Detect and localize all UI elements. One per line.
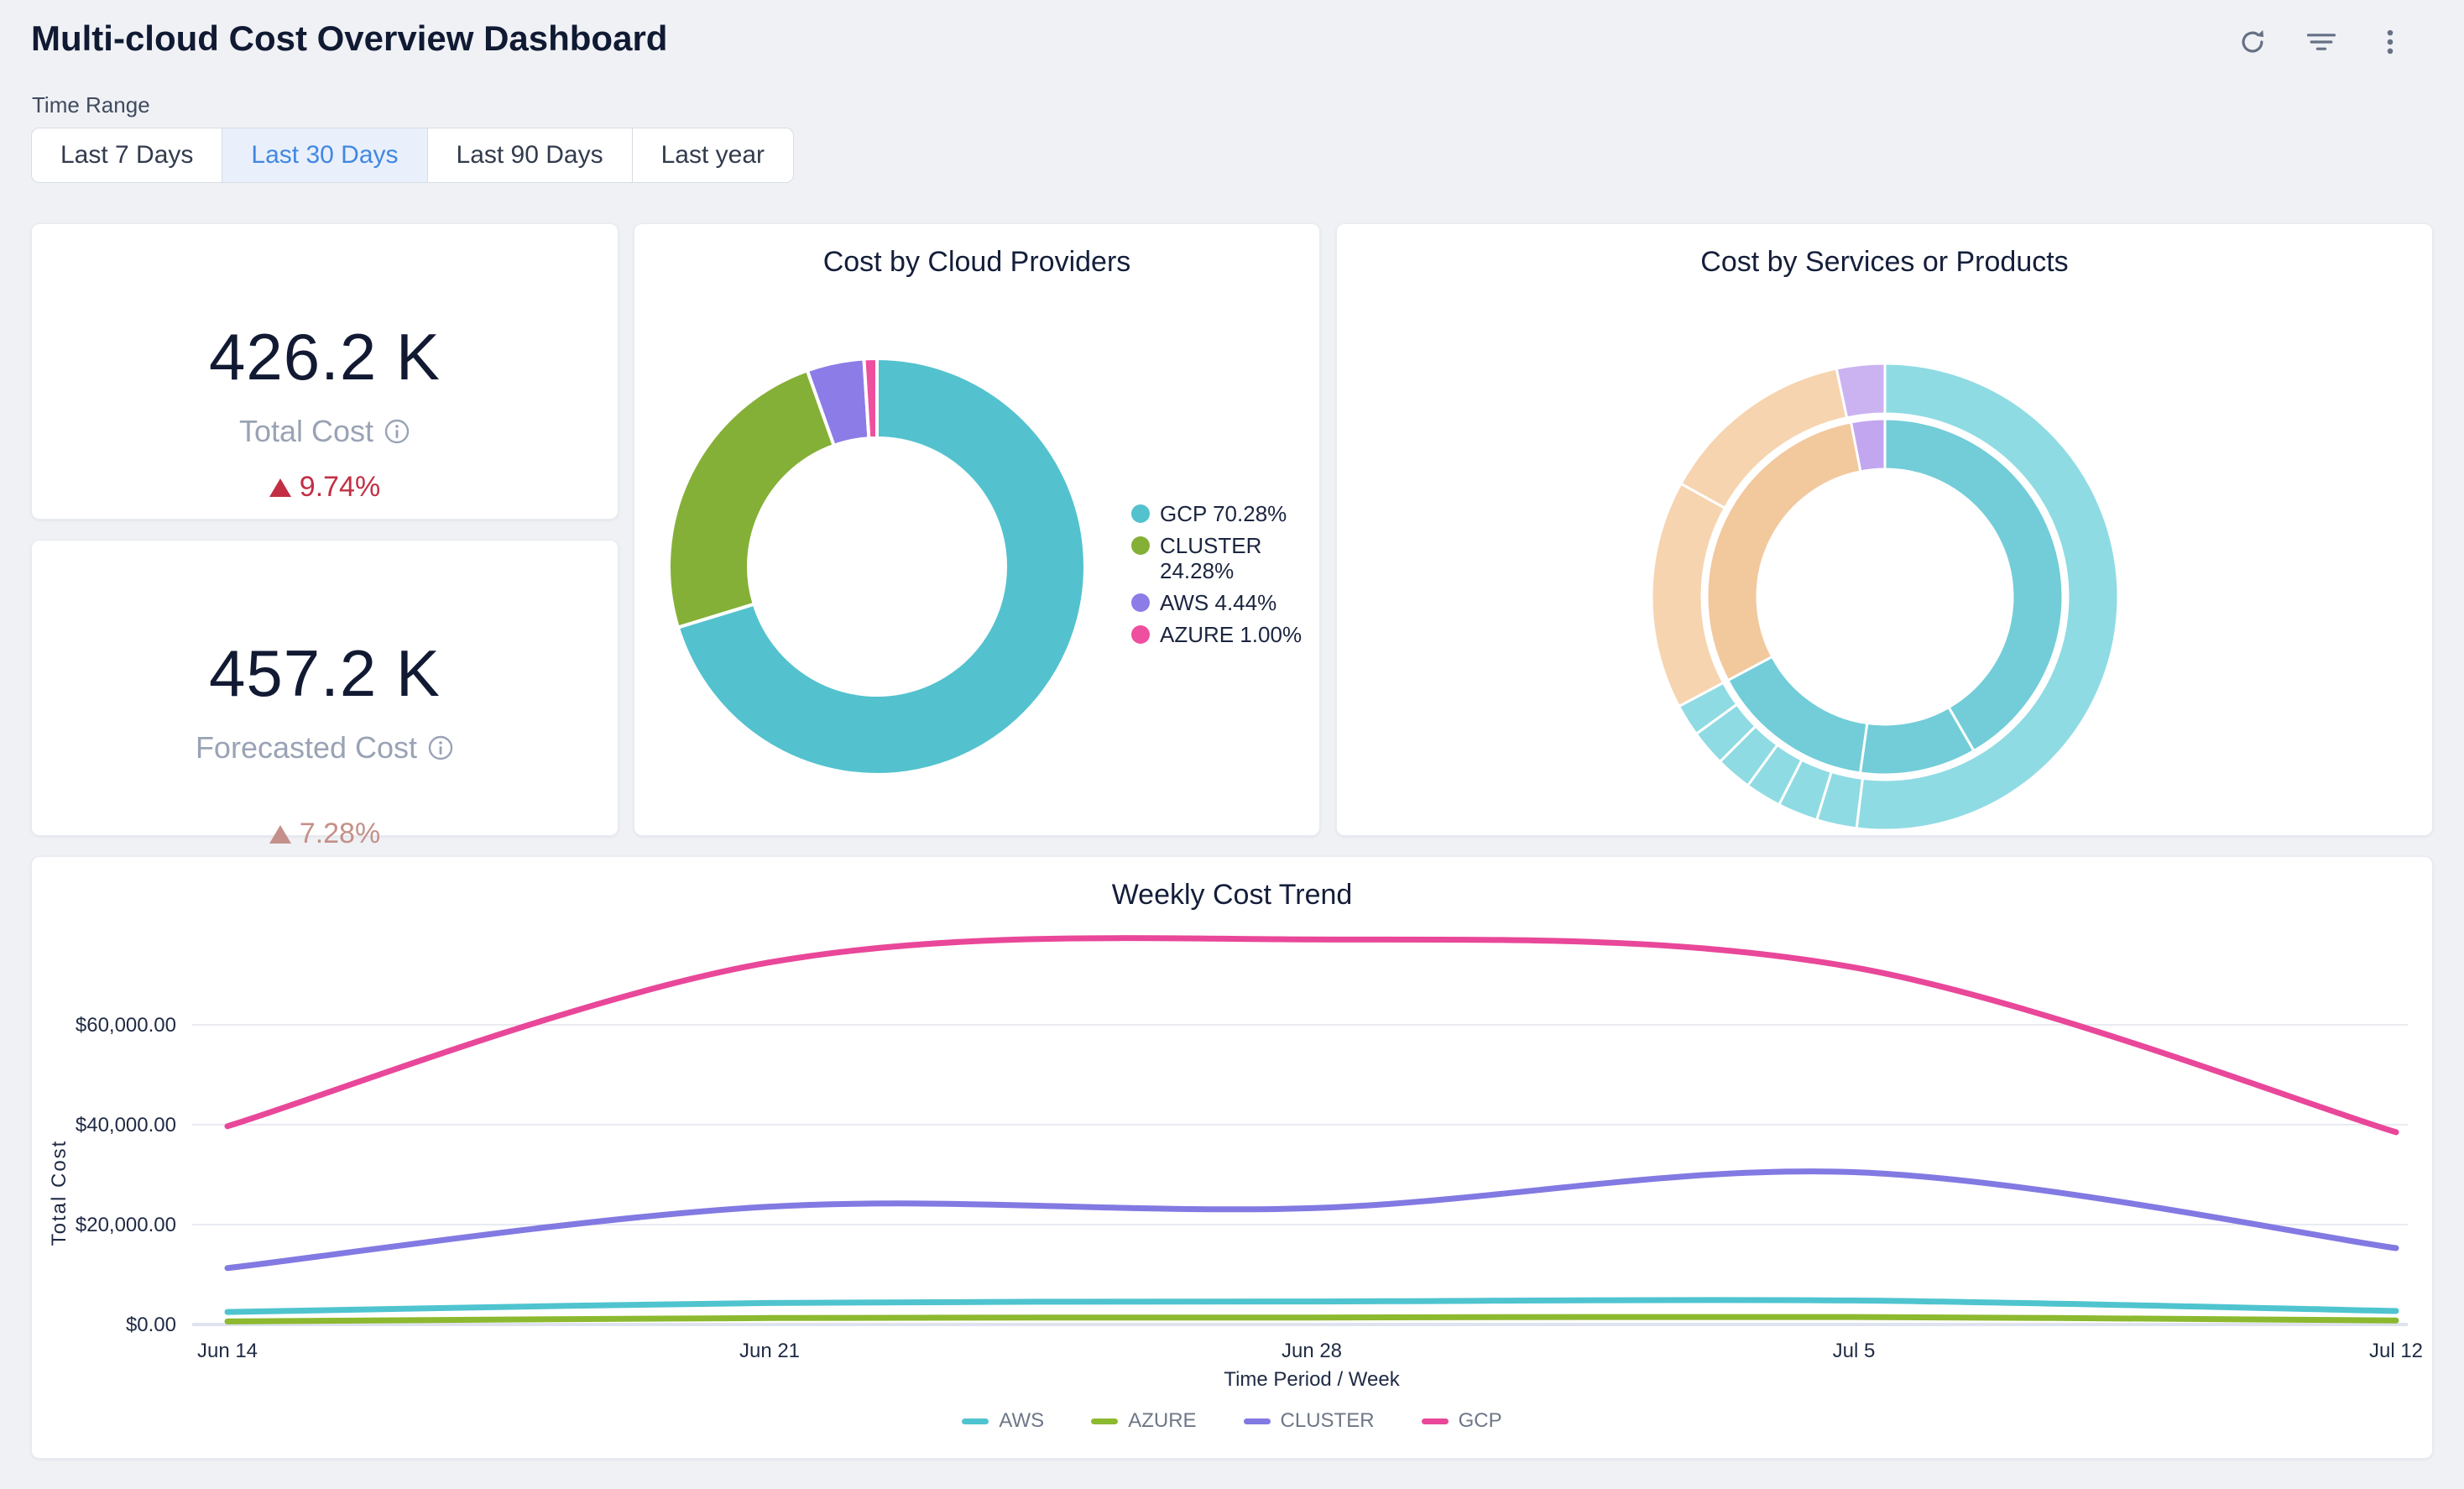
- kpi-total-cost-delta-value: 9.74%: [300, 471, 380, 504]
- legend-dash: [1091, 1418, 1118, 1424]
- kpi-total-cost-label: Total Cost: [239, 414, 373, 449]
- info-icon[interactable]: [384, 418, 410, 445]
- up-triangle-icon: [269, 478, 291, 497]
- trend-legend: AWS AZURE CLUSTER GCP: [32, 1409, 2432, 1433]
- legend-item-gcp[interactable]: GCP 70.28%: [1131, 501, 1303, 526]
- time-range-option-last-7-days[interactable]: Last 7 Days: [32, 128, 222, 182]
- axis-labels: $0.00 $20,000.00 $40,000.00 $60,000.00 Jun 1…: [48, 1014, 2423, 1391]
- trend-line-azure[interactable]: [227, 1317, 2396, 1321]
- weekly-cost-trend-chart: $0.00 $20,000.00 $40,000.00 $60,000.00 Jun 1…: [32, 857, 2434, 1460]
- y-axis-title: Total Cost: [48, 1140, 70, 1246]
- gridlines: [192, 1025, 2408, 1324]
- kpi-forecasted-cost-label: Forecasted Cost: [196, 730, 417, 765]
- cost-by-providers-card: Cost by Cloud Providers GCP 70.28%CLUSTE…: [634, 223, 1320, 836]
- kpi-forecasted-cost-delta-value: 7.28%: [300, 818, 380, 850]
- trend-line-gcp[interactable]: [227, 938, 2396, 1132]
- legend-dash: [962, 1418, 989, 1424]
- legend-label: AWS 4.44%: [1160, 590, 1276, 615]
- filter-icon[interactable]: [2303, 24, 2340, 60]
- legend-label: GCP: [1459, 1409, 1502, 1433]
- y-tick-label: $60,000.00: [76, 1014, 176, 1037]
- y-tick-label: $40,000.00: [76, 1114, 176, 1136]
- up-triangle-icon: [269, 825, 291, 844]
- legend-item-azure[interactable]: AZURE 1.00%: [1131, 622, 1303, 647]
- trend-legend-item-aws[interactable]: AWS: [962, 1409, 1044, 1433]
- info-icon[interactable]: [427, 734, 454, 761]
- kebab-menu-icon[interactable]: [2372, 24, 2409, 60]
- header-actions: [2234, 24, 2409, 60]
- x-tick-label: Jul 12: [2369, 1340, 2423, 1362]
- trend-legend-item-gcp[interactable]: GCP: [1422, 1409, 1502, 1433]
- legend-item-cluster[interactable]: CLUSTER 24.28%: [1131, 533, 1303, 583]
- services-sunburst-chart: [1337, 224, 2434, 837]
- donut-legend: GCP 70.28% CLUSTER 24.28% AWS 4.44% AZURE 1…: [1131, 501, 1303, 647]
- legend-dash: [1244, 1418, 1271, 1424]
- x-axis-title: Time Period / Week: [1224, 1368, 1400, 1391]
- legend-label: AWS: [999, 1409, 1044, 1433]
- legend-dot: [1131, 536, 1150, 555]
- x-tick-label: Jun 14: [197, 1340, 258, 1362]
- legend-dot: [1131, 504, 1150, 523]
- time-range-option-last-90-days[interactable]: Last 90 Days: [427, 128, 632, 182]
- trend-line-cluster[interactable]: [227, 1172, 2396, 1268]
- y-tick-label: $0.00: [126, 1314, 176, 1336]
- refresh-icon[interactable]: [2234, 24, 2271, 60]
- legend-label: CLUSTER 24.28%: [1160, 533, 1303, 583]
- y-tick-label: $20,000.00: [76, 1214, 176, 1236]
- kpi-card-total-cost: 426.2 K Total Cost 9.74%: [31, 223, 619, 520]
- kpi-forecasted-cost-label-row: Forecasted Cost: [196, 730, 454, 765]
- dashboard-page: Multi-cloud Cost Overview Dashboard Time…: [0, 0, 2464, 1489]
- trend-legend-item-cluster[interactable]: CLUSTER: [1244, 1409, 1375, 1433]
- time-range-option-last-year[interactable]: Last year: [632, 128, 793, 182]
- x-tick-label: Jul 5: [1833, 1340, 1876, 1362]
- time-range-group: Last 7 DaysLast 30 DaysLast 90 DaysLast …: [31, 128, 794, 183]
- kpi-total-cost-label-row: Total Cost: [239, 414, 410, 449]
- x-tick-label: Jun 21: [739, 1340, 800, 1362]
- kpi-total-cost-value: 426.2 K: [209, 323, 441, 390]
- trend-line-aws[interactable]: [227, 1300, 2396, 1312]
- cost-by-services-card: Cost by Services or Products: [1336, 223, 2433, 836]
- time-range-option-last-30-days[interactable]: Last 30 Days: [222, 128, 426, 182]
- legend-label: AZURE: [1128, 1409, 1196, 1433]
- kpi-forecasted-cost-delta: 7.28%: [269, 818, 380, 850]
- x-tick-label: Jun 28: [1282, 1340, 1342, 1362]
- legend-dash: [1422, 1418, 1449, 1424]
- donut-slice-cluster[interactable]: [669, 370, 834, 627]
- kpi-total-cost-delta: 9.74%: [269, 471, 380, 504]
- legend-label: GCP 70.28%: [1160, 501, 1287, 526]
- page-title: Multi-cloud Cost Overview Dashboard: [31, 17, 667, 60]
- kpi-forecasted-cost-value: 457.2 K: [209, 640, 441, 707]
- trend-legend-item-azure[interactable]: AZURE: [1091, 1409, 1196, 1433]
- legend-label: CLUSTER: [1281, 1409, 1375, 1433]
- legend-item-aws[interactable]: AWS 4.44%: [1131, 590, 1303, 615]
- legend-dot: [1131, 625, 1150, 644]
- kpi-card-forecasted-cost: 457.2 K Forecasted Cost 7.28%: [31, 540, 619, 836]
- time-range-label: Time Range: [32, 92, 150, 118]
- weekly-cost-trend-card: Weekly Cost Trend $0.00$20,000.00$40,000…: [31, 856, 2433, 1459]
- legend-dot: [1131, 593, 1150, 612]
- legend-label: AZURE 1.00%: [1160, 622, 1302, 647]
